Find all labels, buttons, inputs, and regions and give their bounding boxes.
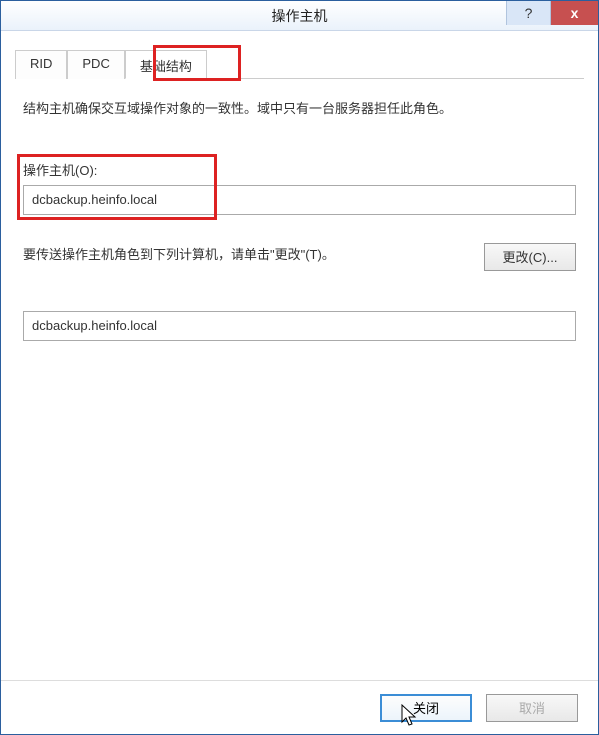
tab-label: PDC (82, 56, 109, 71)
transfer-text: 要传送操作主机角色到下列计算机，请单击"更改"(T)。 (23, 243, 474, 266)
tab-strip: RID PDC 基础结构 (15, 49, 584, 79)
titlebar: 操作主机 ? x (1, 1, 598, 31)
transfer-row: 要传送操作主机角色到下列计算机，请单击"更改"(T)。 更改(C)... (23, 243, 576, 271)
change-button[interactable]: 更改(C)... (484, 243, 576, 271)
description-text: 结构主机确保交互域操作对象的一致性。域中只有一台服务器担任此角色。 (23, 99, 576, 120)
close-button[interactable]: 关闭 (380, 694, 472, 722)
change-button-label: 更改(C)... (503, 250, 558, 265)
operations-master-input[interactable] (23, 185, 576, 215)
close-button-label: 关闭 (413, 701, 439, 716)
help-icon: ? (525, 5, 533, 21)
close-icon: x (571, 5, 579, 21)
tab-label: 基础结构 (140, 59, 192, 74)
dialog-window: 操作主机 ? x RID PDC 基础结构 结构主机确保交互域操作对象的一致性。… (0, 0, 599, 735)
close-window-button[interactable]: x (550, 1, 598, 25)
tab-body: 结构主机确保交互域操作对象的一致性。域中只有一台服务器担任此角色。 操作主机(O… (15, 79, 584, 349)
help-button[interactable]: ? (506, 1, 550, 25)
cancel-button: 取消 (486, 694, 578, 722)
dialog-content: RID PDC 基础结构 结构主机确保交互域操作对象的一致性。域中只有一台服务器… (1, 31, 598, 680)
tab-pdc[interactable]: PDC (67, 50, 124, 79)
target-computer-value: dcbackup.heinfo.local (32, 318, 157, 333)
target-computer-display: dcbackup.heinfo.local (23, 311, 576, 341)
tab-rid[interactable]: RID (15, 50, 67, 79)
titlebar-buttons: ? x (506, 1, 598, 31)
operations-master-group: 操作主机(O): (23, 160, 576, 215)
cancel-button-label: 取消 (519, 701, 545, 716)
tab-label: RID (30, 56, 52, 71)
window-title: 操作主机 (272, 6, 328, 26)
operations-master-label: 操作主机(O): (23, 160, 576, 179)
tab-infrastructure[interactable]: 基础结构 (125, 50, 207, 79)
dialog-footer: 关闭 取消 (1, 680, 598, 734)
